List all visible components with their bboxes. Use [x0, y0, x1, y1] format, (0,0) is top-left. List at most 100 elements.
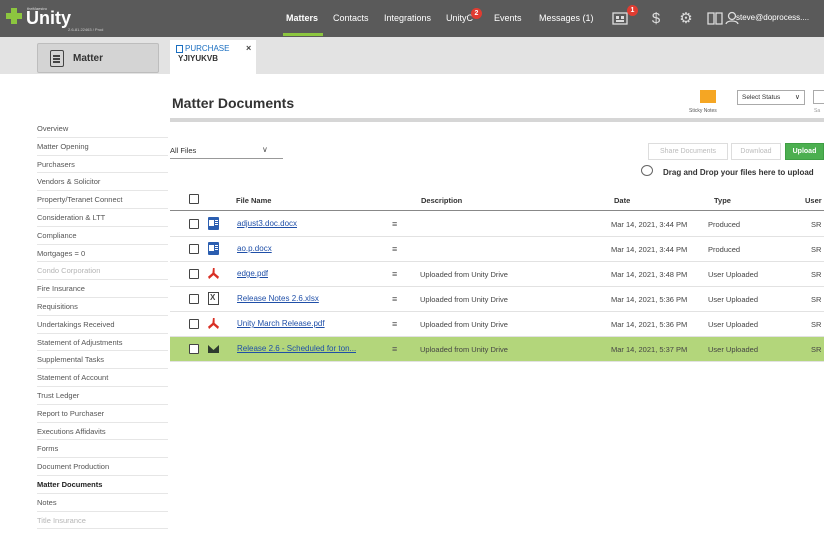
table-row[interactable]: edge.pdf ≡ Uploaded from Unity Drive Mar 14… — [170, 262, 824, 287]
row-checkbox[interactable] — [189, 269, 199, 279]
sidebar-item-consideration-ltt[interactable]: Consideration & LTT — [37, 209, 168, 227]
column-header-user[interactable]: User — [805, 196, 822, 205]
select-status-value: Select Status — [742, 94, 781, 101]
nav-integrations[interactable]: Integrations — [384, 13, 431, 23]
logo-name: Unity — [26, 8, 71, 28]
file-name-link[interactable]: Release Notes 2.6.xlsx — [237, 294, 319, 303]
file-user: SR — [811, 320, 822, 329]
unity-logo[interactable]: theMaestro Unity 2.6-81.22463 / Prod — [6, 5, 146, 33]
close-icon[interactable]: × — [246, 43, 251, 53]
sidebar-item-undertakings[interactable]: Undertakings Received — [37, 316, 168, 334]
row-menu-icon[interactable]: ≡ — [392, 319, 397, 329]
nav-events[interactable]: Events — [494, 13, 522, 23]
sidebar-item-property-teranet[interactable]: Property/Teranet Connect — [37, 191, 168, 209]
row-checkbox[interactable] — [189, 244, 199, 254]
sidebar-item-statement-account[interactable]: Statement of Account — [37, 369, 168, 387]
file-description: Uploaded from Unity Drive — [420, 320, 508, 329]
file-type: User Uploaded — [708, 295, 759, 304]
row-menu-icon[interactable]: ≡ — [392, 344, 397, 354]
file-date: Mar 14, 2021, 3:44 PM — [611, 220, 688, 229]
sidebar-item-purchasers[interactable]: Purchasers — [37, 156, 168, 174]
file-name-link[interactable]: ao.p.docx — [237, 244, 272, 253]
save-label[interactable]: Sa — [814, 108, 820, 114]
column-header-type[interactable]: Type — [714, 196, 731, 205]
word-file-icon — [208, 217, 219, 230]
book-icon[interactable] — [706, 9, 724, 27]
tab-purchase-matter[interactable]: PURCHASE YJIYUKVB × — [170, 40, 256, 74]
column-header-description[interactable]: Description — [421, 196, 462, 205]
nav-messages[interactable]: Messages (1) — [539, 13, 594, 23]
document-icon — [176, 44, 183, 53]
matter-button-label: Matter — [73, 53, 104, 64]
gear-icon[interactable]: ⚙ — [677, 9, 695, 27]
file-user: SR — [811, 220, 822, 229]
sidebar-item-executions-affidavits[interactable]: Executions Affidavits — [37, 423, 168, 441]
notifications-badge: 1 — [627, 5, 638, 16]
save-icon[interactable] — [813, 90, 824, 104]
dollar-icon[interactable]: $ — [647, 9, 665, 27]
sidebar-item-compliance[interactable]: Compliance — [37, 227, 168, 245]
table-row[interactable]: adjust3.doc.docx ≡ Mar 14, 2021, 3:44 PM Pr… — [170, 212, 824, 237]
file-name-link[interactable]: edge.pdf — [237, 269, 268, 278]
file-filter-value: All Files — [170, 146, 197, 155]
select-all-checkbox[interactable] — [189, 194, 199, 204]
row-checkbox[interactable] — [189, 219, 199, 229]
sidebar-item-overview[interactable]: Overview — [37, 120, 168, 138]
file-name-link[interactable]: Unity March Release.pdf — [237, 319, 325, 328]
file-name-link[interactable]: Release 2.6 - Scheduled for ton... — [237, 344, 356, 353]
sidebar-item-fire-insurance[interactable]: Fire Insurance — [37, 280, 168, 298]
column-header-date[interactable]: Date — [614, 196, 630, 205]
file-filter-dropdown[interactable]: All Files ∨ — [170, 143, 283, 159]
column-header-file-name[interactable]: File Name — [236, 196, 271, 205]
sidebar-item-matter-documents[interactable]: Matter Documents — [37, 476, 168, 494]
select-status-dropdown[interactable]: Select Status ∨ — [737, 90, 805, 105]
row-checkbox[interactable] — [189, 319, 199, 329]
sidebar-item-report-purchaser[interactable]: Report to Purchaser — [37, 405, 168, 423]
matter-sidebar: Overview Matter Opening Purchasers Vendo… — [37, 120, 168, 530]
file-name-link[interactable]: adjust3.doc.docx — [237, 219, 297, 228]
row-menu-icon[interactable]: ≡ — [392, 219, 397, 229]
matter-button[interactable]: Matter — [37, 43, 159, 73]
nav-matters[interactable]: Matters — [286, 13, 318, 23]
file-description: Uploaded from Unity Drive — [420, 345, 508, 354]
sidebar-item-condo-corporation: Condo Corporation — [37, 262, 168, 281]
book-glyph — [707, 11, 723, 25]
file-date: Mar 14, 2021, 5:37 PM — [611, 345, 688, 354]
file-user: SR — [811, 295, 822, 304]
sidebar-item-mortgages[interactable]: Mortgages = 0 — [37, 245, 168, 263]
row-menu-icon[interactable]: ≡ — [392, 244, 397, 254]
drag-drop-hint[interactable]: Drag and Drop your files here to upload — [663, 168, 814, 177]
sidebar-item-notes[interactable]: Notes — [37, 494, 168, 512]
row-checkbox[interactable] — [189, 294, 199, 304]
file-date: Mar 14, 2021, 3:48 PM — [611, 270, 688, 279]
sidebar-item-statement-adjustments[interactable]: Statement of Adjustments — [37, 334, 168, 352]
nav-contacts[interactable]: Contacts — [333, 13, 369, 23]
upload-button[interactable]: Upload — [785, 143, 824, 160]
sidebar-item-vendors-solicitor[interactable]: Vendors & Solicitor — [37, 173, 168, 192]
sidebar-item-requisitions[interactable]: Requisitions — [37, 298, 168, 316]
table-row[interactable]: Release Notes 2.6.xlsx ≡ Uploaded from Uni… — [170, 287, 824, 312]
share-documents-button[interactable]: Share Documents — [648, 143, 728, 160]
table-row[interactable]: Unity March Release.pdf ≡ Uploaded from Un… — [170, 312, 824, 337]
nav-unityc[interactable]: UnityC — [446, 13, 473, 23]
sticky-notes-label[interactable]: Sticky Notes — [689, 108, 717, 114]
sidebar-item-document-production[interactable]: Document Production — [37, 458, 168, 476]
row-checkbox[interactable] — [189, 344, 199, 354]
table-row[interactable]: ao.p.docx ≡ Mar 14, 2021, 3:44 PM Produced S… — [170, 237, 824, 262]
file-user: SR — [811, 245, 822, 254]
sidebar-item-supplemental-tasks[interactable]: Supplemental Tasks — [37, 351, 168, 370]
sticky-notes-icon[interactable] — [700, 90, 716, 103]
sidebar-item-trust-ledger[interactable]: Trust Ledger — [37, 387, 168, 405]
pdf-file-icon — [208, 317, 219, 330]
download-button[interactable]: Download — [731, 143, 781, 160]
table-row[interactable]: Release 2.6 - Scheduled for ton... ≡ Uploa… — [170, 337, 824, 362]
file-date: Mar 14, 2021, 5:36 PM — [611, 295, 688, 304]
sidebar-item-matter-opening[interactable]: Matter Opening — [37, 138, 168, 156]
email-file-icon — [208, 345, 219, 353]
unityc-badge: 2 — [471, 8, 482, 19]
app-version: 2.6-81.22463 / Prod — [68, 27, 104, 32]
row-menu-icon[interactable]: ≡ — [392, 269, 397, 279]
sidebar-item-forms[interactable]: Forms — [37, 440, 168, 459]
user-email[interactable]: steve@doprocess.... — [736, 13, 809, 22]
row-menu-icon[interactable]: ≡ — [392, 294, 397, 304]
